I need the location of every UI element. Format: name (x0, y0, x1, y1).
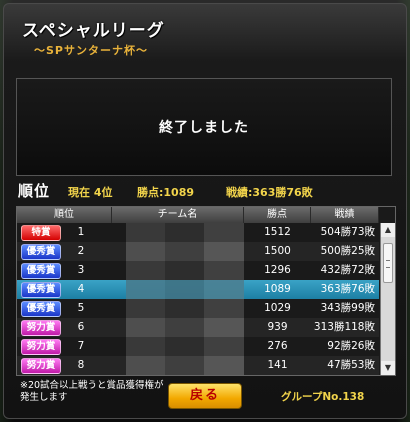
group-number: グループNo.138 (281, 391, 365, 403)
team-names-blurred (126, 223, 244, 375)
record-cell: 92勝26敗 (327, 340, 375, 352)
team-name-highlight (126, 280, 244, 299)
header-points: 勝点 (244, 207, 311, 223)
league-title: スペシャルリーグ (22, 21, 165, 41)
points-cell: 939 (267, 321, 288, 333)
rank-number: 7 (77, 340, 85, 352)
rank-cell: 努力賞 6 (17, 318, 112, 337)
points-cell: 1296 (264, 264, 291, 276)
prize-badge: 優秀賞 (21, 262, 61, 279)
record-cell: 47勝53敗 (327, 359, 375, 371)
record-cell: 363勝76敗 (320, 283, 375, 295)
current-points: 勝点:1089 (137, 186, 195, 199)
triangle-up-icon[interactable]: ▲ (381, 223, 395, 237)
rank-number: 2 (77, 245, 85, 257)
points-cell: 1500 (264, 245, 291, 257)
triangle-down-icon[interactable]: ▼ (381, 361, 395, 375)
prize-badge: 優秀賞 (21, 300, 61, 317)
prize-badge: 努力賞 (21, 319, 61, 336)
header-team: チーム名 (112, 207, 244, 223)
prize-badge: 努力賞 (21, 357, 61, 374)
ranking-table: 順位 チーム名 勝点 戦績 特賞 1 1512 504勝73敗優秀賞 2 1500 500勝… (16, 206, 396, 376)
status-box: 終了しました (16, 78, 392, 176)
points-cell: 1029 (264, 302, 291, 314)
rank-cell: 努力賞 8 (17, 356, 112, 375)
rank-number: 4 (77, 283, 85, 295)
rank-number: 8 (77, 359, 85, 371)
grip-icon (386, 260, 390, 268)
rank-cell: 努力賞 7 (17, 337, 112, 356)
rank-cell: 優秀賞 3 (17, 261, 112, 280)
record-cell: 432勝72敗 (320, 264, 375, 276)
rank-cell: 特賞 1 (17, 223, 112, 242)
points-cell: 1089 (264, 283, 291, 295)
rank-number: 1 (77, 226, 85, 238)
points-cell: 276 (267, 340, 288, 352)
status-message: 終了しました (159, 120, 249, 136)
rank-number: 6 (77, 321, 85, 333)
prize-note: ※20試合以上戦うと賞品獲得権が発生します (20, 380, 164, 403)
league-subtitle: ～SPサンターナ杯～ (34, 44, 148, 57)
points-cell: 1512 (264, 226, 291, 238)
game-screen: スペシャルリーグ ～SPサンターナ杯～ 終了しました 順位 現在 4位 勝点:1… (0, 0, 410, 422)
back-button[interactable]: 戻る (168, 383, 242, 409)
table-header: 順位 チーム名 勝点 戦績 (17, 207, 379, 223)
header-rank: 順位 (17, 207, 112, 223)
table-scrollbar[interactable]: ▲ ▼ (380, 223, 395, 375)
prize-badge: 優秀賞 (21, 243, 61, 260)
record-cell: 343勝99敗 (320, 302, 375, 314)
record-cell: 504勝73敗 (320, 226, 375, 238)
prize-badge: 努力賞 (21, 338, 61, 355)
ranking-heading: 順位 (18, 182, 51, 200)
scrollbar-thumb[interactable] (383, 243, 393, 283)
rank-cell: 優秀賞 4 (17, 280, 112, 299)
current-rank: 現在 4位 (68, 186, 113, 199)
prize-badge: 特賞 (21, 224, 61, 241)
rank-number: 5 (77, 302, 85, 314)
rank-cell: 優秀賞 5 (17, 299, 112, 318)
header-record: 戦績 (311, 207, 379, 223)
prize-badge: 優秀賞 (21, 281, 61, 298)
rank-cell: 優秀賞 2 (17, 242, 112, 261)
record-cell: 500勝25敗 (320, 245, 375, 257)
rank-number: 3 (77, 264, 85, 276)
current-record: 戦績:363勝76敗 (226, 186, 313, 199)
points-cell: 141 (267, 359, 288, 371)
record-cell: 313勝118敗 (313, 321, 375, 333)
